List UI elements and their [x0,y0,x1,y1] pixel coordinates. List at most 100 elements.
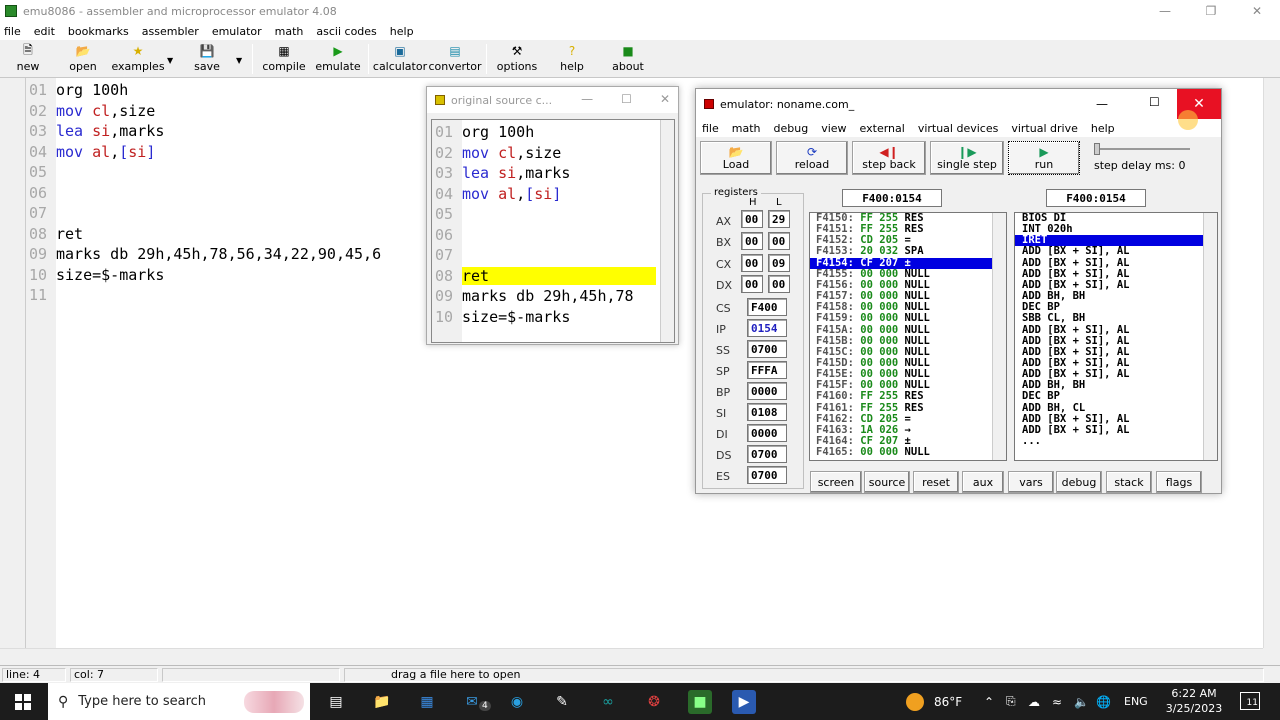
disassembly-row[interactable]: ADD [BX + SI], AL [1015,335,1204,347]
memory-row[interactable]: F4157: 00 000 NULL [810,291,992,302]
reload-button[interactable]: ⟳ reload [776,141,848,175]
disassembly-row[interactable]: ... [1015,435,1204,447]
disassembly-row[interactable]: ADD BH, BH [1015,290,1204,302]
emulate-button[interactable]: ▶ emulate [315,44,360,76]
reg-cl-value[interactable]: 09 [768,254,790,272]
step-back-button[interactable]: ◀❙ step back [852,141,926,175]
emu-menu-virtual-devices[interactable]: virtual devices [918,122,999,135]
memory-row[interactable]: F415C: 00 000 NULL [810,346,992,358]
reg-ds-value[interactable]: 0700 [747,445,787,463]
menu-help[interactable]: help [390,25,414,38]
step-delay-slider[interactable] [1094,143,1190,155]
disassembly-list[interactable]: ... ADD [BX + SI], AL ADD [BX + SI], AL ADD… [1014,212,1218,461]
source-scrollbar[interactable] [660,120,674,342]
save-button[interactable]: 💾 save [194,44,220,76]
code-line[interactable]: 11 [26,285,56,306]
disassembly-row[interactable]: ADD [BX + SI], AL [1015,369,1204,380]
examples-button[interactable]: ★ examples [111,44,164,76]
help-button[interactable]: ? help [560,44,584,76]
disassembly-row[interactable]: ADD BH, CL [1015,402,1204,414]
slider-thumb[interactable] [1094,143,1100,155]
debug-button[interactable]: debug [1056,471,1102,493]
memory-list[interactable]: F4165: 00 000 NULL F4164: CF 207 ± F4163: … [809,212,1007,461]
disassembly-row[interactable]: DEC BP [1015,302,1204,313]
file-explorer-icon[interactable]: 📁 [370,690,394,714]
emu-menu-external[interactable]: external [860,122,905,135]
reg-bl-value[interactable]: 00 [768,232,790,250]
editor-horizontal-scrollbar[interactable] [0,648,1263,665]
disassembly-address-input[interactable]: F400:0154 [1046,189,1146,207]
menu-bookmarks[interactable]: bookmarks [68,25,129,38]
close-button[interactable]: ✕ [1234,0,1280,22]
memory-row[interactable]: F4162: CD 205 = [810,413,992,425]
reg-bp-value[interactable]: 0000 [747,382,787,400]
disassembly-row[interactable]: ADD [BX + SI], AL [1015,346,1204,358]
memory-row[interactable]: F4152: CD 205 = [810,235,992,246]
app-icon[interactable]: ✎ [550,690,574,714]
reg-si-value[interactable]: 0108 [747,403,787,421]
minimize-button[interactable]: — [1142,0,1188,22]
disassembly-row[interactable]: ADD [BX + SI], AL [1015,413,1204,425]
run-button[interactable]: ▶ run [1008,141,1080,175]
maximize-button[interactable]: ❐ [1188,0,1234,22]
single-step-button[interactable]: ❙▶ single step [930,141,1004,175]
vars-button[interactable]: vars [1008,471,1054,493]
reg-ss-value[interactable]: 0700 [747,340,787,358]
load-button[interactable]: 📂 Load [700,141,772,175]
source-close-button[interactable]: ✕ [660,92,670,106]
memory-row[interactable]: F415F: 00 000 NULL [810,380,992,391]
emu-menu-virtual-drive[interactable]: virtual drive [1011,122,1078,135]
memory-row[interactable]: F415D: 00 000 NULL [810,357,992,369]
source-button[interactable]: source [864,471,910,493]
reset-button[interactable]: reset [913,471,959,493]
memory-row[interactable]: F4154: CF 207 ± [810,257,992,269]
examples-dropdown-arrow-icon[interactable]: ▼ [167,56,173,65]
reg-ah-value[interactable]: 00 [741,210,763,228]
memory-row[interactable]: F4163: 1A 026 → [810,424,992,436]
memory-row[interactable]: F4160: FF 255 RES [810,391,992,402]
code-line[interactable]: 06 [26,183,56,204]
reg-sp-value[interactable]: FFFA [747,361,787,379]
source-code-view[interactable]: 01 org 100h 02 mov cl,size 03 lea si,marks … [431,119,675,343]
menu-file[interactable]: file [4,25,21,38]
reg-bh-value[interactable]: 00 [741,232,763,250]
source-maximize-button[interactable]: ☐ [621,92,632,106]
menu-math[interactable]: math [275,25,304,38]
flags-button[interactable]: flags [1156,471,1202,493]
memory-row[interactable]: F4151: FF 255 RES [810,224,992,235]
globe-icon[interactable]: 🌐 [1096,683,1111,720]
about-button[interactable]: ■ about [612,44,644,76]
memory-row[interactable]: F415A: 00 000 NULL [810,324,992,336]
memory-row[interactable]: F4165: 00 000 NULL [810,447,992,458]
reg-dl-value[interactable]: 00 [768,275,790,293]
convertor-button[interactable]: ▤ convertor [428,44,481,76]
memory-row[interactable]: F4159: 00 000 NULL [810,313,992,324]
memory-address-input[interactable]: F400:0154 [842,189,942,207]
save-dropdown-arrow-icon[interactable]: ▼ [236,56,242,65]
reg-di-value[interactable]: 0000 [747,424,787,442]
code-line[interactable]: 07 [26,203,56,224]
disassembly-row[interactable]: ADD [BX + SI], AL [1015,424,1204,436]
reg-dh-value[interactable]: 00 [741,275,763,293]
volume-icon[interactable]: 🔈 [1074,683,1089,720]
reg-al-value[interactable]: 29 [768,210,790,228]
task-view-icon[interactable]: ▤ [324,690,348,714]
menu-assembler[interactable]: assembler [142,25,199,38]
store-icon[interactable]: ▦ [415,690,439,714]
memory-row[interactable]: F4153: 20 032 SPA [810,246,992,257]
code-line[interactable]: 10 size=$-marks [26,265,164,286]
notification-center-icon[interactable]: 11 [1240,692,1260,710]
disassembly-row[interactable]: ADD [BX + SI], AL [1015,246,1204,257]
disassembly-list-scrollbar[interactable] [1203,213,1217,460]
taskbar-search-box[interactable]: ⚲ Type here to search [48,683,310,720]
aux-button[interactable]: aux [962,471,1004,493]
emu-menu-file[interactable]: file [702,122,719,135]
clock[interactable]: 6:22 AM 3/25/2023 [1160,686,1228,716]
disassembly-row[interactable]: INT 020h [1015,224,1204,235]
disassembly-row[interactable]: ADD BH, BH [1015,380,1204,391]
reg-ch-value[interactable]: 00 [741,254,763,272]
disassembly-row[interactable]: ADD [BX + SI], AL [1015,279,1204,291]
open-button[interactable]: 📂 open [66,44,100,76]
emu-menu-math[interactable]: math [732,122,761,135]
calculator-button[interactable]: ▣ calculator [373,44,427,76]
